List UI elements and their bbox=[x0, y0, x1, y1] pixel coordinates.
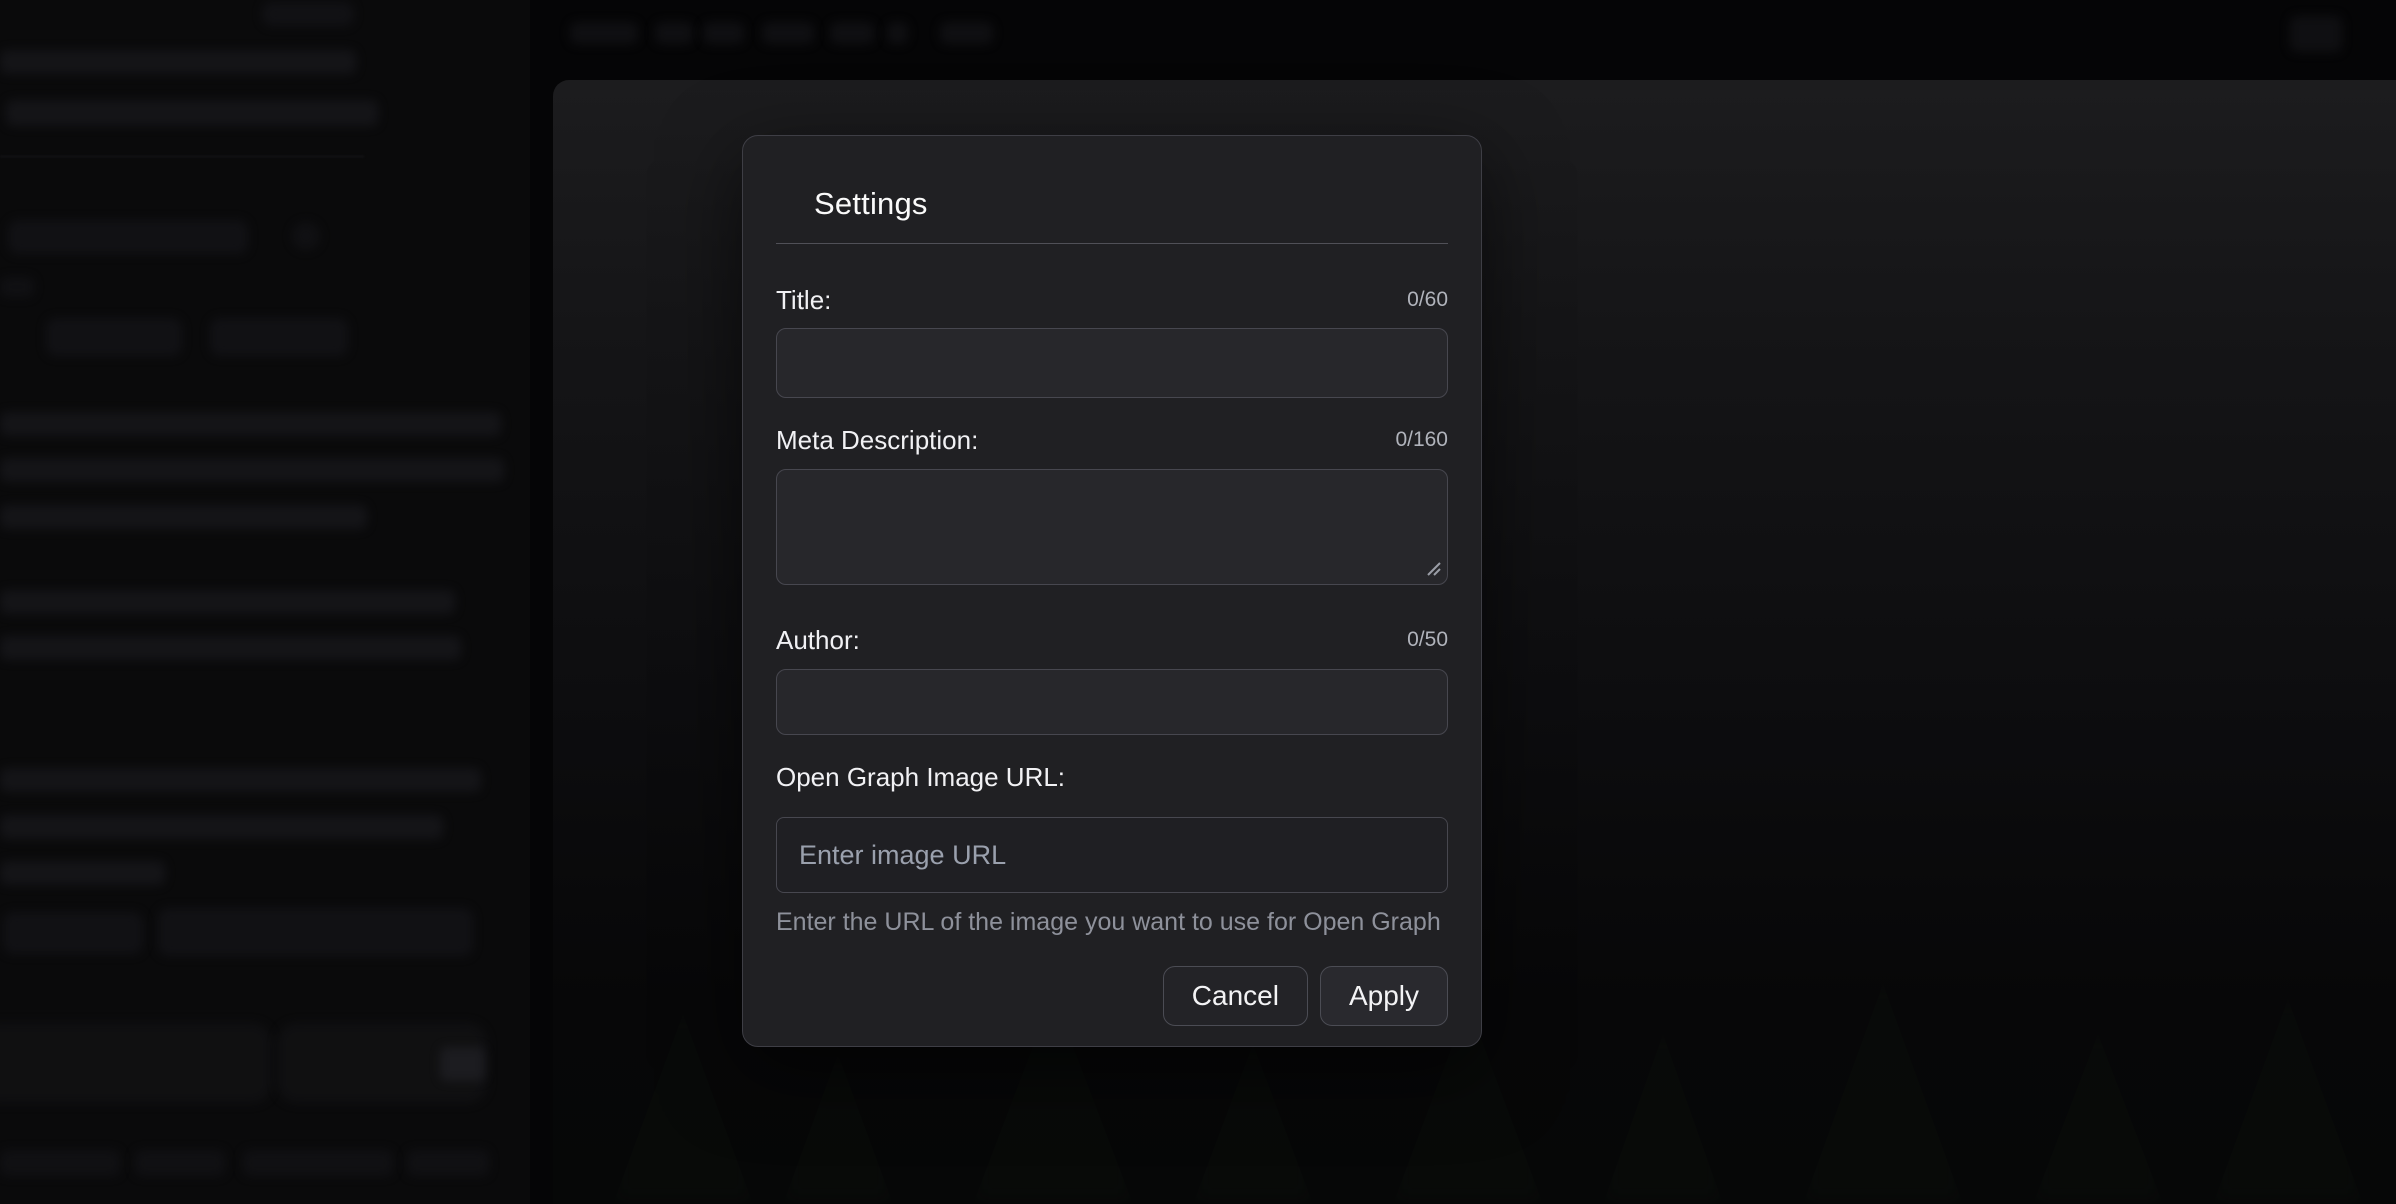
modal-actions: Cancel Apply bbox=[776, 966, 1448, 1026]
meta-description-label: Meta Description: bbox=[776, 425, 978, 456]
apply-button[interactable]: Apply bbox=[1320, 966, 1448, 1026]
og-image-url-helper-text: Enter the URL of the image you want to u… bbox=[776, 907, 1448, 937]
og-image-url-label: Open Graph Image URL: bbox=[776, 762, 1065, 793]
og-image-url-input[interactable] bbox=[776, 817, 1448, 893]
cancel-button[interactable]: Cancel bbox=[1163, 966, 1308, 1026]
modal-title-divider bbox=[776, 243, 1448, 244]
author-char-counter: 0/50 bbox=[1407, 628, 1448, 652]
title-input[interactable] bbox=[776, 328, 1448, 398]
meta-description-char-counter: 0/160 bbox=[1395, 428, 1448, 452]
title-label: Title: bbox=[776, 285, 831, 316]
author-label: Author: bbox=[776, 625, 860, 656]
modal-title: Settings bbox=[814, 186, 1448, 222]
settings-modal: Settings Title: 0/60 Meta Description: 0… bbox=[742, 135, 1482, 1047]
resize-handle-icon[interactable] bbox=[1424, 559, 1442, 577]
author-input[interactable] bbox=[776, 669, 1448, 735]
meta-description-textarea[interactable] bbox=[776, 469, 1448, 585]
title-char-counter: 0/60 bbox=[1407, 288, 1448, 312]
